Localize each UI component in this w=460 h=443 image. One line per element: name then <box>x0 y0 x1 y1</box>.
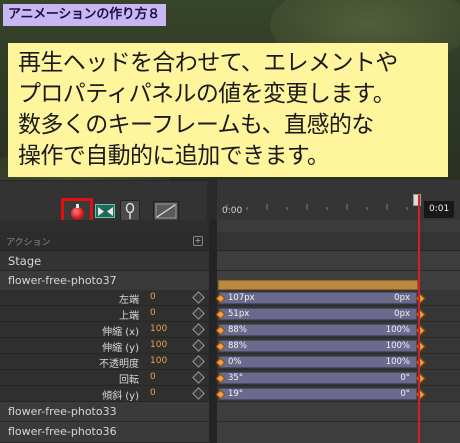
property-name: 上端 <box>119 311 139 322</box>
symbol-duration-bar[interactable] <box>218 280 418 290</box>
property-track[interactable]: 88% 100% <box>215 338 460 354</box>
symbol-label: flower-free-photo36 <box>8 425 117 438</box>
tutorial-caption-line: プロパティパネルの値を変更します。 <box>18 81 396 107</box>
keyframe-diamond-icon[interactable] <box>192 323 205 336</box>
keyframe-icon[interactable] <box>215 389 226 400</box>
property-name: 伸縮 (y) <box>102 343 139 354</box>
actions-track[interactable] <box>217 232 460 251</box>
tween-bar[interactable]: 88% 100% <box>215 324 426 336</box>
tween-end-value: 0° <box>400 373 410 383</box>
tween-end-value: 100% <box>385 357 410 367</box>
property-track[interactable]: 88% 100% <box>215 322 460 338</box>
keyframe-icon[interactable] <box>215 309 226 320</box>
tween-start-value: 107px <box>228 293 255 303</box>
symbol-track[interactable] <box>217 402 460 422</box>
tween-end-value: 100% <box>385 325 410 335</box>
stage-track[interactable] <box>217 251 460 271</box>
tween-start-value: 51px <box>228 309 250 319</box>
tween-end-value: 0px <box>394 309 410 319</box>
property-value[interactable]: 100 <box>150 356 167 366</box>
camera-icon <box>98 207 113 216</box>
symbol-row[interactable]: flower-free-photo36 <box>0 422 209 443</box>
easing-graph-icon <box>155 203 177 219</box>
property-name: 伸縮 (x) <box>102 327 139 338</box>
keyframe-icon[interactable] <box>215 357 226 368</box>
tween-bar[interactable]: 35° 0° <box>215 372 426 384</box>
keyframe-icon[interactable] <box>215 325 226 336</box>
tween-end-value: 0° <box>400 389 410 399</box>
tween-bar[interactable]: 19° 0° <box>215 388 426 400</box>
symbol-row[interactable]: flower-free-photo37 <box>0 271 209 291</box>
stage-label: Stage <box>8 254 42 268</box>
property-value[interactable]: 0 <box>150 292 156 302</box>
property-track[interactable]: 51px 0px <box>215 306 460 322</box>
symbol-track[interactable] <box>217 422 460 443</box>
property-row[interactable]: 不透明度 100 <box>0 354 209 370</box>
keyframe-icon[interactable] <box>215 341 226 352</box>
property-row[interactable]: 伸縮 (x) 100 <box>0 322 209 338</box>
keyframe-diamond-icon[interactable] <box>192 339 205 352</box>
tween-start-value: 19° <box>228 389 244 399</box>
auto-transition-button[interactable] <box>95 204 115 218</box>
tutorial-background: アニメーションの作り方８ 再生ヘッドを合わせて、エレメントや プロパティパネルの… <box>0 0 460 180</box>
toolbar-divider <box>207 181 217 221</box>
tutorial-title: アニメーションの作り方８ <box>3 4 166 26</box>
tween-bar[interactable]: 0% 100% <box>215 356 426 368</box>
tween-bar[interactable]: 88% 100% <box>215 340 426 352</box>
property-value[interactable]: 0 <box>150 372 156 382</box>
keyframe-diamond-icon[interactable] <box>192 355 205 368</box>
tutorial-caption-line: 再生ヘッドを合わせて、エレメントや <box>18 50 398 76</box>
stage-row[interactable]: Stage <box>0 251 209 271</box>
tutorial-caption-line: 操作で自動的に追加できます。 <box>18 143 330 169</box>
property-row[interactable]: 伸縮 (y) 100 <box>0 338 209 354</box>
tween-start-value: 35° <box>228 373 244 383</box>
property-name: 左端 <box>119 295 139 306</box>
tutorial-caption-line: 数多くのキーフレームも、直感的な <box>18 112 374 138</box>
tween-start-value: 88% <box>228 325 247 335</box>
tween-bar[interactable]: 107px 0px <box>215 292 426 304</box>
keyframe-diamond-icon[interactable] <box>192 371 205 384</box>
property-value[interactable]: 100 <box>150 324 167 334</box>
pin-icon <box>125 202 135 219</box>
keyframe-diamond-icon[interactable] <box>192 291 205 304</box>
pin-toggle-button[interactable] <box>120 200 140 222</box>
property-value[interactable]: 0 <box>150 308 156 318</box>
property-row[interactable]: 上端 0 <box>0 306 209 322</box>
playhead-line[interactable] <box>418 195 420 443</box>
add-action-icon[interactable]: + <box>193 236 203 246</box>
keyframe-diamond-icon[interactable] <box>192 387 205 400</box>
tween-start-value: 88% <box>228 341 247 351</box>
actions-label: アクション <box>6 238 51 248</box>
property-track[interactable]: 0% 100% <box>215 354 460 370</box>
tween-bar[interactable]: 51px 0px <box>215 308 426 320</box>
property-track[interactable]: 35° 0° <box>215 370 460 386</box>
symbol-label: flower-free-photo37 <box>8 274 117 287</box>
tutorial-caption-box: 再生ヘッドを合わせて、エレメントや プロパティパネルの値を変更します。 数多くの… <box>8 43 448 177</box>
property-row[interactable]: 傾斜 (y) 0 <box>0 386 209 402</box>
record-icon <box>71 204 84 220</box>
property-name: 傾斜 (y) <box>102 391 139 402</box>
ruler-start-time: 0:00 <box>222 206 243 216</box>
keyframe-icon[interactable] <box>215 373 226 384</box>
actions-row[interactable]: アクション <box>0 232 209 251</box>
property-row[interactable]: 回転 0 <box>0 370 209 386</box>
property-track[interactable]: 19° 0° <box>215 386 460 402</box>
tween-end-value: 0px <box>394 293 410 303</box>
tween-start-value: 0% <box>228 357 242 367</box>
tween-end-value: 100% <box>385 341 410 351</box>
current-time-display: 0:01 <box>424 201 454 218</box>
symbol-label: flower-free-photo33 <box>8 405 117 418</box>
property-name: 回転 <box>119 375 139 386</box>
keyframe-diamond-icon[interactable] <box>192 307 205 320</box>
symbol-row[interactable]: flower-free-photo33 <box>0 402 209 422</box>
property-row[interactable]: 左端 0 <box>0 290 209 306</box>
property-value[interactable]: 100 <box>150 340 167 350</box>
property-name: 不透明度 <box>99 359 139 370</box>
property-value[interactable]: 0 <box>150 388 156 398</box>
easing-button[interactable] <box>153 201 179 221</box>
timeline-ruler[interactable]: 0:00 0:01 <box>217 180 460 220</box>
keyframe-icon[interactable] <box>215 293 226 304</box>
property-track[interactable]: 107px 0px <box>215 290 460 306</box>
